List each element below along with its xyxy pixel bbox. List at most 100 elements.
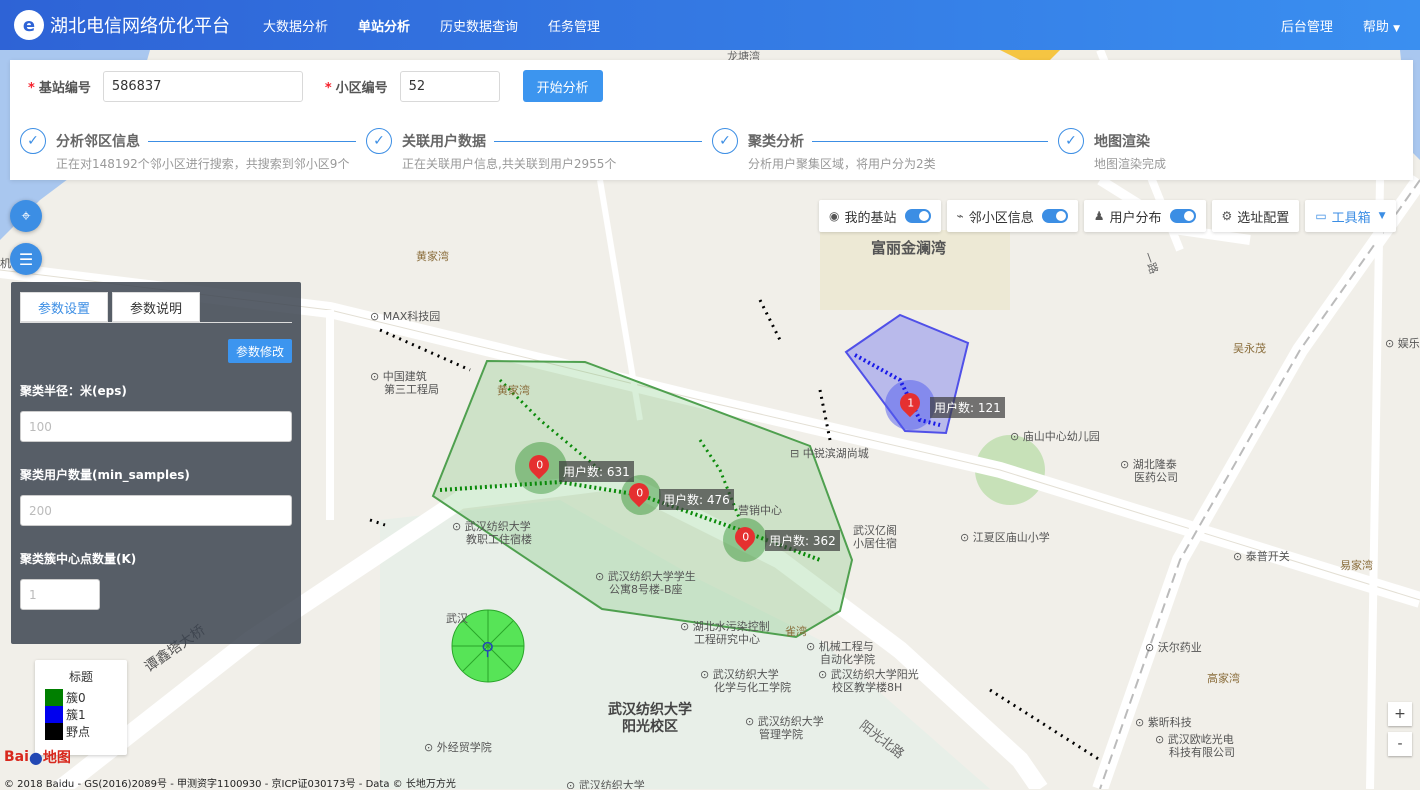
map-label-text: 中国建筑	[382, 370, 427, 383]
toolbox-icon: ▭	[1315, 209, 1327, 223]
map-copyright: © 2018 Baidu - GS(2016)2089号 - 甲测资字11009…	[4, 779, 456, 790]
tab-divider	[20, 322, 292, 323]
map-pin-icon: 1	[895, 388, 925, 418]
ctrl-label: 用户分布	[1109, 210, 1162, 226]
map-label: ⊙ 湖北隆泰 医药公司	[1120, 458, 1178, 484]
site-config-button[interactable]: ⚙ 选址配置	[1211, 200, 1300, 232]
zoom-in-button[interactable]: +	[1388, 702, 1412, 726]
k-input[interactable]: 1	[20, 579, 100, 610]
cluster-marker[interactable]: 1	[895, 388, 925, 418]
samples-label: 聚类用户数量(min_samples)	[20, 468, 190, 482]
progress-steps: ✓ 分析邻区信息 正在对148192个邻小区进行搜索，共搜索到邻小区9个 ✓ 关…	[20, 128, 1410, 172]
map-label: ⊙ 武汉欧屹光电 科技有限公司	[1155, 733, 1235, 759]
map-label-text: 校区教学楼8H	[832, 681, 903, 694]
toggle-switch[interactable]	[904, 209, 931, 223]
required-mark: *	[324, 80, 332, 96]
baidu-logo-text2: 地图	[42, 750, 71, 766]
station-label-text: 基站编号	[38, 80, 91, 96]
toolbox-dropdown[interactable]: ▭ 工具箱 ▼	[1305, 200, 1396, 232]
my-station-toggle[interactable]: ◉ 我的基站	[819, 200, 941, 232]
ctrl-label: 邻小区信息	[968, 210, 1034, 226]
legend-swatch	[45, 689, 63, 706]
map-label: 营销中心	[738, 504, 782, 517]
sliders-icon: ☰	[18, 249, 34, 269]
user-dist-toggle[interactable]: ♟ 用户分布	[1083, 200, 1206, 232]
cell-label: * 小区编号	[325, 77, 388, 96]
map-label-text: 小居住宿	[853, 537, 897, 550]
map-label-text: 江夏区庙山小学	[972, 531, 1050, 544]
app-title: 湖北电信网络优化平台	[50, 16, 230, 37]
neighbor-toggle[interactable]: ⌁ 邻小区信息	[946, 200, 1078, 232]
step-connector	[148, 141, 356, 142]
param-panel: 参数设置 参数说明 参数修改 聚类半径：米(eps) 100 聚类用户数量(mi…	[11, 282, 301, 644]
map-label: 黄家湾	[416, 250, 449, 263]
tab-param-help[interactable]: 参数说明	[112, 292, 201, 322]
help-label: 帮助	[1362, 19, 1389, 35]
cluster-marker[interactable]: 0	[730, 522, 760, 552]
nav-tasks[interactable]: 任务管理	[533, 16, 615, 35]
locate-button[interactable]: ⌖	[10, 200, 42, 232]
map-label-text: 公寓8号楼-B座	[609, 583, 683, 596]
map-label-text: 管理学院	[759, 728, 803, 741]
station-input[interactable]: 586837	[102, 70, 303, 102]
cell-label-text: 小区编号	[335, 80, 388, 96]
step-title: 分析邻区信息	[56, 134, 140, 150]
cell-input[interactable]: 52	[399, 70, 500, 102]
caret-down-icon: ▼	[1393, 23, 1400, 34]
cluster-label: 用户数: 121	[930, 397, 1005, 418]
top-navbar: e 湖北电信网络优化平台 大数据分析 单站分析 历史数据查询 任务管理 后台管理…	[0, 0, 1420, 50]
map-label-text: 庙山中心幼儿园	[1022, 430, 1100, 443]
legend-item: 簇1	[45, 706, 117, 723]
map-label-text: 湖北隆泰	[1132, 458, 1177, 471]
toggle-switch[interactable]	[1041, 209, 1068, 223]
map-label-text: 武汉纺织大学学生	[607, 570, 696, 583]
eps-input[interactable]: 100	[20, 411, 292, 442]
map-label: 武汉	[446, 612, 468, 625]
map-label-text: 紫昕科技	[1147, 716, 1192, 729]
map-label: ⊙ 武汉纺织大学 教职工住宿楼	[452, 520, 532, 546]
marker-id: 0	[535, 458, 543, 472]
app-logo[interactable]: e 湖北电信网络优化平台	[14, 10, 234, 40]
step-title: 聚类分析	[748, 134, 804, 150]
settings-panel-button[interactable]: ☰	[10, 243, 42, 275]
nav-history[interactable]: 历史数据查询	[425, 16, 533, 35]
map-label: 高家湾	[1207, 672, 1240, 685]
map-label: ⊙ 江夏区庙山小学	[960, 531, 1050, 544]
map-label-text: 第三工程局	[384, 383, 439, 396]
map-label-text: MAX科技园	[382, 310, 441, 323]
nav-admin[interactable]: 后台管理	[1281, 16, 1333, 35]
step-desc: 正在关联用户信息,共关联到用户2955个	[402, 157, 617, 171]
map-pin-icon: 0	[624, 478, 654, 508]
map-label: ⊙ 中国建筑 第三工程局	[370, 370, 439, 396]
legend-item: 簇0	[45, 689, 117, 706]
nav-single-station[interactable]: 单站分析	[343, 16, 425, 35]
step-desc: 地图渲染完成	[1094, 157, 1167, 171]
map-label: ⊙ 紫昕科技	[1135, 716, 1192, 729]
map-pin-icon: 0	[524, 450, 554, 480]
zoom-out-button[interactable]: -	[1388, 732, 1412, 756]
ctrl-label: 我的基站	[844, 210, 897, 226]
map-label: 富丽金澜湾	[871, 239, 947, 257]
map-label-text: 阳光校区	[622, 719, 678, 735]
panel-tabs: 参数设置 参数说明	[20, 292, 204, 322]
marker-id: 1	[906, 396, 914, 410]
legend-swatch	[45, 723, 63, 740]
start-analysis-button[interactable]: 开始分析	[522, 70, 603, 102]
antenna-icon: ⌁	[956, 209, 964, 223]
samples-input[interactable]: 200	[20, 495, 292, 526]
modify-params-button[interactable]: 参数修改	[228, 339, 292, 363]
map-label: 雀湾	[785, 625, 807, 638]
k-label: 聚类簇中心点数量(K)	[20, 552, 137, 566]
cluster-marker[interactable]: 0	[624, 478, 654, 508]
cluster-marker[interactable]: 0	[524, 450, 554, 480]
tab-param-settings[interactable]: 参数设置	[20, 292, 109, 322]
paw-icon: ●	[28, 747, 43, 767]
eye-icon: ◉	[829, 209, 840, 223]
legend-label: 簇1	[66, 708, 86, 722]
map-label: ⊙ 武汉纺织大学 管理学院	[745, 715, 824, 741]
nav-help[interactable]: 帮助 ▼	[1363, 16, 1400, 35]
toggle-switch[interactable]	[1169, 209, 1196, 223]
map-label-text: 化学与化工学院	[714, 681, 791, 694]
map-label-text: 中锐滨湖尚城	[802, 447, 869, 460]
nav-bigdata[interactable]: 大数据分析	[248, 16, 343, 35]
